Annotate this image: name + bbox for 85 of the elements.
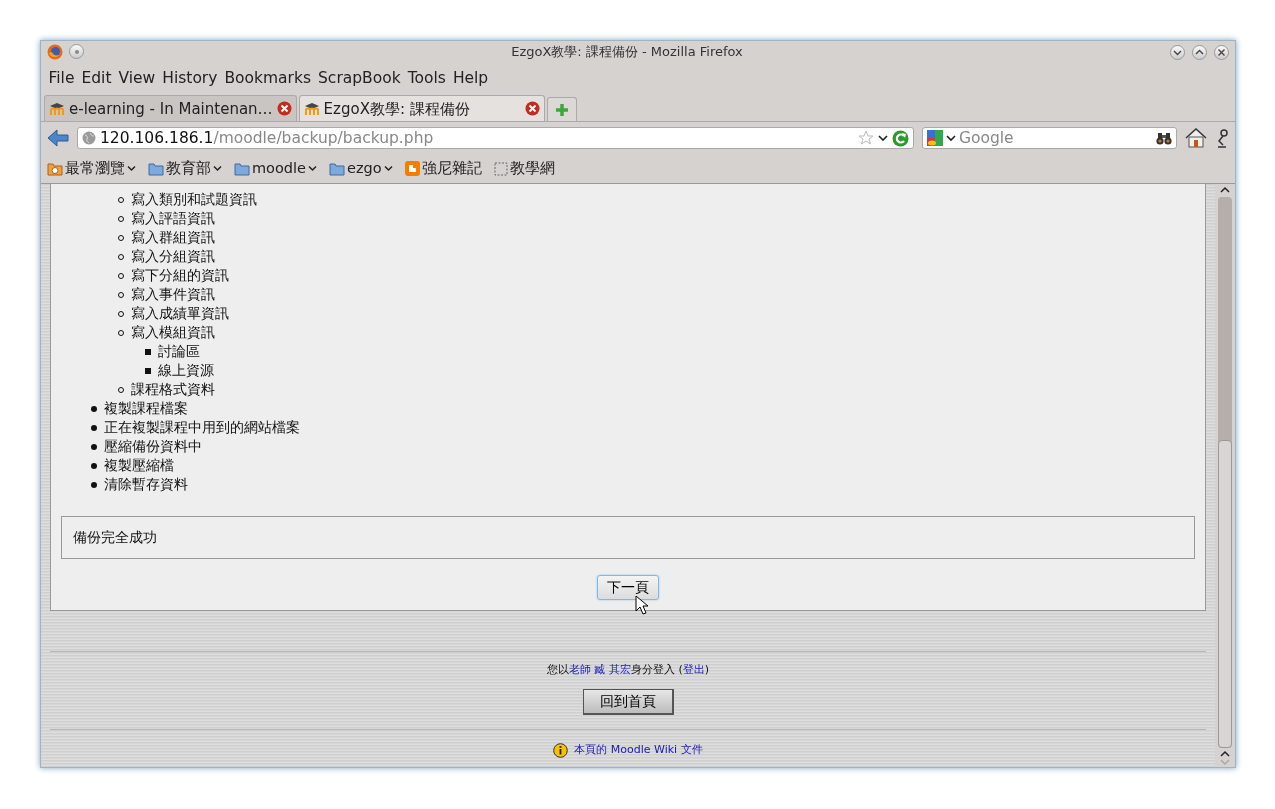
status-message: 備份完全成功 <box>61 516 1195 560</box>
moodle-icon <box>303 101 320 116</box>
google-logo-icon[interactable] <box>927 130 943 147</box>
step-item: 討論區 <box>158 342 200 362</box>
address-bar[interactable]: 120.106.186.1/moodle/backup/backup.php <box>77 127 914 150</box>
firefox-icon <box>47 44 63 60</box>
binoculars-icon[interactable] <box>1156 131 1172 145</box>
blank-page-icon <box>493 161 508 176</box>
reload-icon[interactable] <box>892 129 909 147</box>
step-item: 寫入群組資訊 <box>131 228 215 248</box>
info-icon <box>553 742 569 758</box>
search-input[interactable]: Google <box>959 126 1153 150</box>
menu-item[interactable]: Bookmarks <box>220 67 315 91</box>
scroll-up-icon[interactable] <box>1219 749 1231 758</box>
close-icon <box>1217 47 1226 57</box>
minimize-button[interactable] <box>1170 44 1185 60</box>
search-bar[interactable]: Google <box>922 127 1177 150</box>
cursor-icon <box>635 595 648 616</box>
step-item: 寫入評語資訊 <box>131 209 215 229</box>
folder-icon <box>234 161 250 176</box>
step-item: 清除暫存資料 <box>104 475 188 495</box>
step-item: 寫入事件資訊 <box>131 285 215 305</box>
step-item: 寫入類別和試題資訊 <box>131 190 257 210</box>
teacher-link[interactable]: 老師 <box>568 662 591 676</box>
bookmark-item[interactable]: moodle <box>234 157 318 180</box>
caret-icon[interactable] <box>878 134 888 143</box>
lamp-icon[interactable] <box>1215 128 1229 149</box>
bullet-icon <box>91 405 97 412</box>
blog-icon <box>404 161 420 177</box>
user-link[interactable]: 臧 其宏 <box>594 662 631 676</box>
url-host: 120.106.186.1 <box>100 128 214 147</box>
window-title: EzgoX教學: 課程備份 - Mozilla Firefox <box>510 43 744 62</box>
url-path: /moodle/backup/backup.php <box>213 128 434 147</box>
step-item: 寫入成績單資訊 <box>131 304 229 324</box>
plus-icon <box>554 102 569 117</box>
chevron-up-icon <box>1195 47 1204 57</box>
step-item: 寫下分組的資訊 <box>131 266 229 286</box>
close-tab-icon[interactable] <box>276 101 292 117</box>
menu-item[interactable]: View <box>114 67 159 91</box>
bullet-icon <box>145 348 151 355</box>
folder-icon <box>329 161 346 176</box>
step-item: 正在複製課程中用到的網站檔案 <box>104 418 300 438</box>
docs-link[interactable]: 本頁的 Moodle Wiki 文件 <box>574 742 703 759</box>
step-item: 複製課程檔案 <box>104 399 188 419</box>
bookmark-item[interactable]: 最常瀏覽 <box>47 157 136 180</box>
close-tab-icon[interactable] <box>524 101 540 117</box>
globe-icon <box>82 131 96 146</box>
home-icon[interactable] <box>1185 128 1207 149</box>
menu-item[interactable]: History <box>158 67 221 91</box>
home-page-button[interactable]: 回到首頁 <box>582 689 674 715</box>
browser-tab[interactable]: EzgoX教學: 課程備份 <box>298 95 545 122</box>
bookmark-item[interactable]: ezgo <box>329 157 393 180</box>
login-info: 您以老師 臧 其宏身分登入 (登出) <box>545 661 711 678</box>
bookmark-item[interactable]: 教學網 <box>493 157 555 180</box>
bullet-icon <box>91 424 97 431</box>
bullet-icon <box>145 367 151 374</box>
caret-icon[interactable] <box>946 134 956 143</box>
next-page-button[interactable]: 下一頁 <box>597 575 659 600</box>
bullet-icon <box>91 462 97 469</box>
menu-item[interactable]: Help <box>449 67 492 91</box>
back-arrow-icon[interactable] <box>47 129 69 148</box>
bullet-icon <box>91 443 97 450</box>
step-item: 寫入模組資訊 <box>131 323 215 343</box>
logout-link[interactable]: 登出 <box>682 662 705 676</box>
bookmark-item[interactable]: 教育部 <box>148 157 222 180</box>
scrollbar[interactable] <box>1215 184 1235 767</box>
step-item: 課程格式資料 <box>131 380 215 400</box>
step-item: 線上資源 <box>158 361 214 381</box>
menu-item[interactable]: ScrapBook <box>314 67 405 91</box>
step-item: 壓縮備份資料中 <box>104 437 202 457</box>
folder-icon <box>148 161 164 176</box>
menu-item[interactable]: Edit <box>77 67 115 91</box>
history-folder-icon <box>47 161 63 176</box>
menu-item[interactable]: File <box>45 67 78 91</box>
moodle-icon <box>49 101 65 116</box>
step-item: 寫入分組資訊 <box>131 247 215 267</box>
step-item: 複製壓縮檔 <box>104 456 174 476</box>
star-icon[interactable] <box>858 130 874 147</box>
bullet-icon <box>91 481 97 488</box>
bookmark-item[interactable]: 強尼雜記 <box>404 157 482 180</box>
maximize-button[interactable] <box>1192 44 1207 60</box>
menu-item[interactable]: Tools <box>404 67 450 91</box>
sticky-button[interactable] <box>69 44 84 59</box>
close-button[interactable] <box>1214 44 1229 60</box>
browser-tab[interactable]: e-learning - In Maintenan… <box>44 95 297 122</box>
